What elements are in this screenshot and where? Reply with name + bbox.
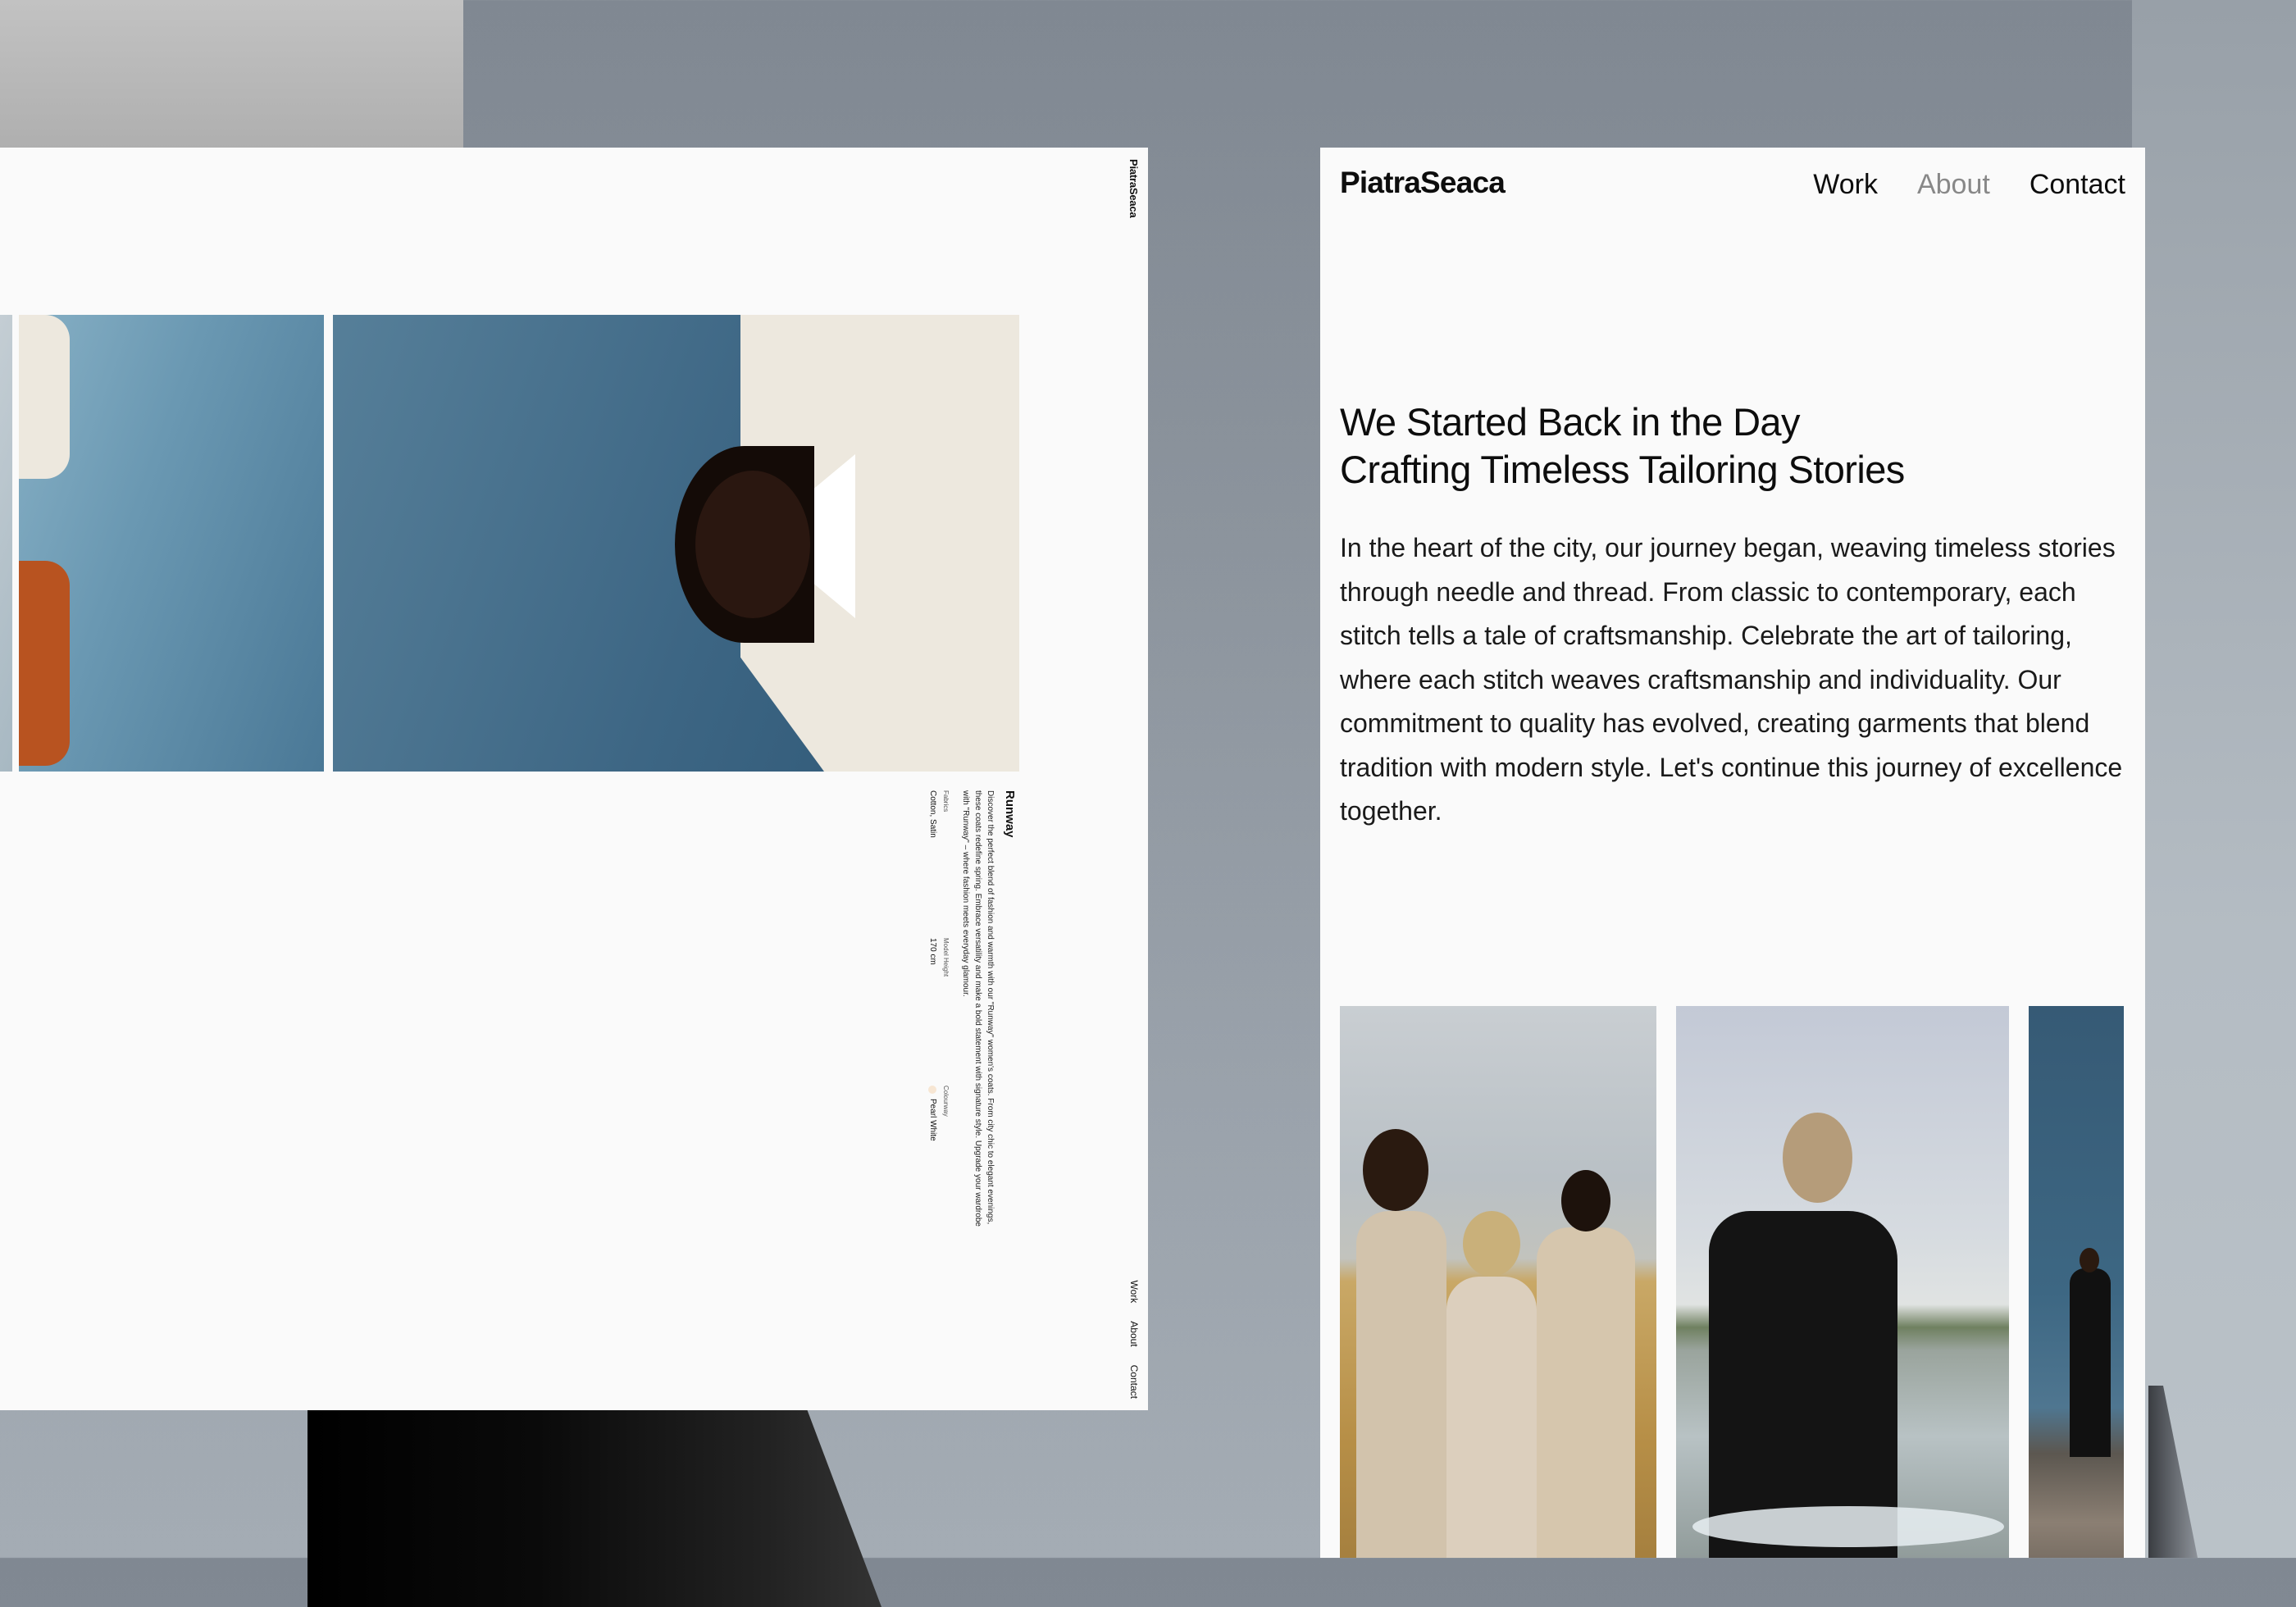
gallery-image-wheat-field[interactable] [1340, 1006, 1656, 1558]
spec-value-text: Pearl White [928, 1099, 937, 1141]
page-heading: We Started Back in the Day Crafting Time… [1340, 398, 1905, 494]
product-info: Runway Discover the perfect blend of fas… [928, 790, 1017, 1233]
head-shape [1463, 1211, 1520, 1277]
spec-value: Cotton, Satin [928, 790, 937, 938]
background-coat [308, 1394, 882, 1607]
heading-line-1: We Started Back in the Day [1340, 400, 1800, 444]
work-page-nav-contact[interactable]: Contact [1128, 1365, 1140, 1399]
about-page-mockup: PiatraSeaca Work About Contact We Starte… [1320, 148, 2145, 1558]
product-title: Runway [1003, 790, 1017, 838]
gallery-image-lake[interactable] [1676, 1006, 2009, 1558]
work-page-nav-work[interactable]: Work [1128, 1281, 1140, 1304]
spec-label: Model Height [942, 938, 950, 977]
work-page-nav: Work About Contact [1128, 1281, 1140, 1400]
spec-colourway: Colourway Pearl White [928, 1086, 950, 1233]
spec-label: Colourway [942, 1086, 950, 1117]
spec-fabrics: Fabrics Cotton, Satin [928, 790, 950, 938]
person-shape [2070, 1268, 2111, 1457]
head-shape [2080, 1248, 2099, 1272]
work-page-mockup: PiatraSeaca Work About Contact Runway Di… [0, 148, 1148, 1410]
white-coat-shape [19, 315, 70, 479]
work-page-brand-logo[interactable]: PiatraSeaca [1128, 159, 1140, 218]
person-shape [1356, 1211, 1446, 1558]
head-shape [1561, 1170, 1610, 1231]
face-shape [695, 471, 810, 618]
colour-swatch-icon[interactable] [928, 1086, 937, 1094]
heading-line-2: Crafting Timeless Tailoring Stories [1340, 448, 1905, 491]
brand-logo[interactable]: PiatraSeaca [1340, 166, 1506, 200]
nav-contact[interactable]: Contact [2029, 169, 2125, 201]
spec-value-text: Cotton, Satin [928, 790, 937, 838]
spec-value: 170 cm [928, 938, 937, 1086]
spec-value: Pearl White [928, 1086, 937, 1233]
background-wall [0, 0, 463, 164]
nav-about[interactable]: About [1917, 169, 1990, 201]
work-page-nav-about[interactable]: About [1128, 1321, 1140, 1346]
water-foam-shape [1692, 1506, 2004, 1547]
spec-value-text: 170 cm [928, 938, 937, 965]
orange-coat-shape [19, 561, 70, 766]
product-image-tertiary[interactable] [0, 315, 12, 772]
spec-label: Fabrics [942, 790, 950, 813]
product-image-main[interactable] [333, 315, 1019, 772]
product-description: Discover the perfect blend of fashion an… [961, 790, 995, 1227]
work-page-rotated: PiatraSeaca Work About Contact Runway Di… [0, 148, 1148, 1410]
background-wall-right [2132, 0, 2296, 1558]
person-shape [1446, 1277, 1537, 1558]
head-shape [1363, 1129, 1428, 1211]
product-image-secondary[interactable] [19, 315, 324, 772]
about-body-text: In the heart of the city, our journey be… [1340, 533, 2123, 826]
nav-work[interactable]: Work [1813, 169, 1878, 201]
main-nav: Work About Contact [1813, 169, 2125, 201]
head-shape [1783, 1113, 1852, 1203]
person-shape [1537, 1227, 1635, 1558]
product-specs: Fabrics Cotton, Satin Model Height 170 c… [928, 790, 950, 1233]
gallery-image-rocks[interactable] [2029, 1006, 2124, 1558]
spec-model-height: Model Height 170 cm [928, 938, 950, 1086]
